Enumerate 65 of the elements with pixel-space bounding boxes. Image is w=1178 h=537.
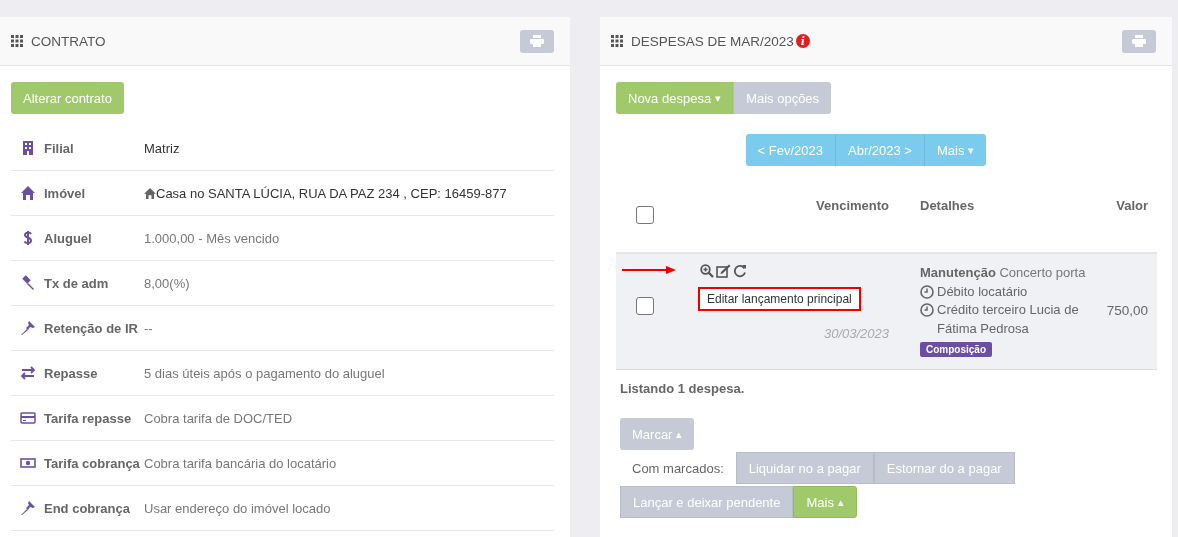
field-label: End cobrança [43,500,131,516]
toolbar-button[interactable]: Nova despesa ▾ [616,82,734,114]
card-icon [20,410,36,426]
column-header: Valor [1115,197,1148,213]
money-icon [20,455,36,471]
toolbar-button[interactable]: Mais opções [733,82,832,114]
action-button[interactable]: Lançar e deixar pendente [620,486,794,518]
refresh-icon[interactable] [733,264,747,278]
home-icon [20,185,36,201]
action-button[interactable]: Estornar do a pagar [873,452,1015,484]
field-value: Cobra tarifa bancária do locatário [144,455,337,471]
month-nav-button[interactable]: Abr/2023 > [835,134,924,166]
field-label: Tarifa repasse [43,410,133,426]
column-header: Detalhes [919,197,976,213]
listing-summary: Listando 1 despesa. [619,380,746,396]
bulk-label: Com marcados: [631,460,725,476]
field-value: Usar endereço do imóvel locado [144,500,331,516]
detail-line: Crédito terceiro Lucia de Fátima Pedrosa [937,301,1080,338]
field-label: Repasse [43,365,99,381]
field-value: 8,00(%) [144,275,190,291]
info-icon[interactable]: i [795,34,810,48]
clock-icon [920,284,934,299]
pin-icon [20,320,36,336]
field-label: Imóvel [43,185,87,201]
panel-title: CONTRATO [31,33,106,49]
field-label: Retenção de IR [43,320,139,336]
column-header: Vencimento [815,197,889,213]
amount-cell-text: 750,00 [1105,302,1148,320]
row-checkbox[interactable] [636,297,654,315]
field-label: Tx de adm [43,275,110,291]
field-value: -- [144,320,153,336]
field-label: Tarifa cobrança [43,455,141,471]
field-label: Filial [43,140,75,156]
tooltip: Editar lançamento principal [698,287,861,311]
due-date: 30/03/2023 [823,326,889,341]
alter-contract-button[interactable]: Alterar contrato [11,82,124,114]
month-nav-button[interactable]: Mais ▾ [923,134,987,166]
annotation-arrow [622,266,676,274]
transfer-icon [20,365,36,381]
field-value: Casa no SANTA LÚCIA, RUA DA PAZ 234 , CEP: 16459-877 [156,185,507,201]
printer-icon [530,35,544,47]
panel-title: DESPESAS DE MAR/2023 [631,33,794,49]
printer-icon [1132,35,1146,47]
pin-icon [20,500,36,516]
home-icon [144,187,156,199]
select-all-checkbox[interactable] [636,206,654,224]
detail-line: Débito locatário [937,282,1028,301]
edit-icon[interactable] [716,264,731,278]
field-value: Matriz [144,140,180,156]
month-nav-button[interactable]: < Fev/2023 [745,134,835,166]
zoom-in-icon[interactable] [700,264,714,278]
action-button[interactable]: Liquidar no a pagar [735,452,874,484]
mark-button[interactable]: Marcar ▴ [620,418,695,450]
gavel-icon [20,275,36,291]
field-value: Cobra tarifa de DOC/TED [144,410,293,426]
clock-icon [920,303,934,317]
field-value: 5 dias úteis após o pagamento do aluguel [144,365,385,381]
building-icon [20,140,36,156]
grid-icon [11,35,23,47]
grid-icon [611,35,623,47]
composition-tag: Composição [920,342,992,357]
action-button[interactable]: Mais ▴ [793,486,857,518]
category-text: Manutenção Concerto porta [920,265,1086,280]
field-value: 1.000,00 - Mês vencido [144,230,280,246]
field-label: Aluguel [43,230,93,246]
